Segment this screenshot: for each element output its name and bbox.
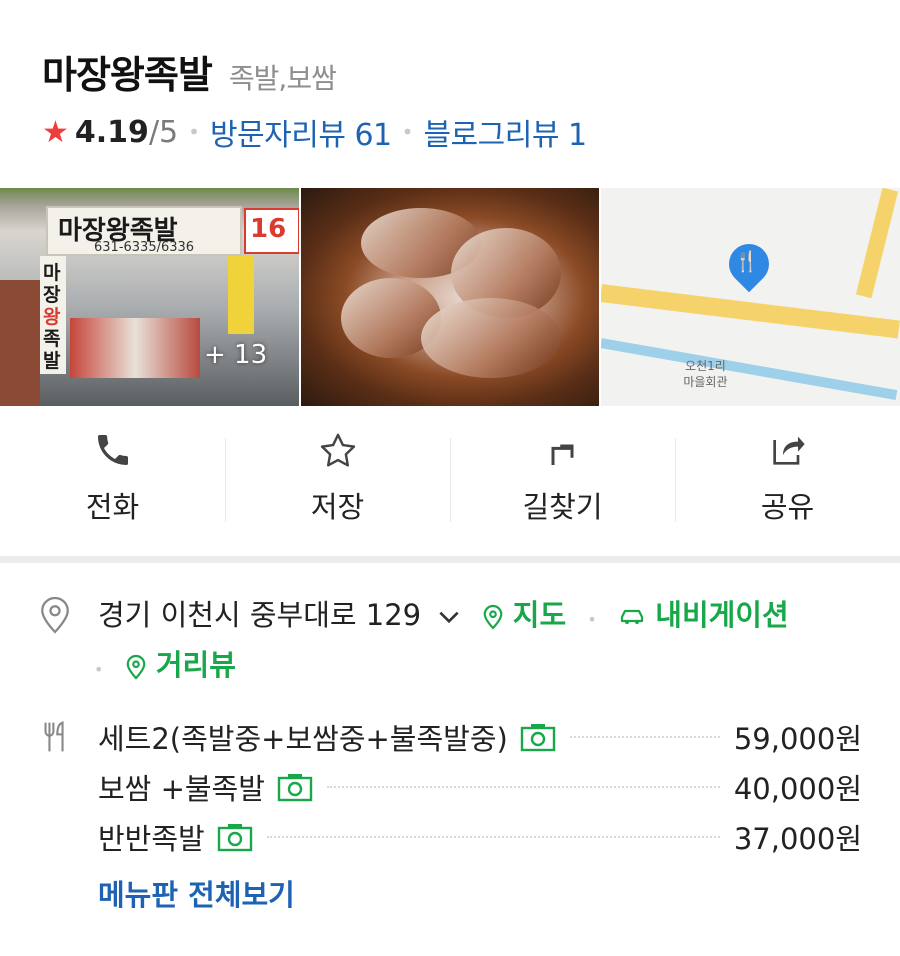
- menu-list: 세트2(족발중+보쌈중+불족발중) 59,000원 보쌈 +불족발 40,000…: [98, 712, 862, 862]
- map-pin-icon: 🍴: [721, 235, 778, 293]
- title-row: 마장왕족발 족발,보쌈: [42, 44, 337, 99]
- save-label: 저장: [310, 490, 365, 524]
- navigation-link[interactable]: 내비게이션: [618, 598, 789, 632]
- streetview-link[interactable]: 거리뷰: [125, 648, 236, 682]
- menu-item-name: 반반족발: [98, 822, 205, 856]
- store-sign-phone: 631-6335/6336: [94, 240, 195, 255]
- save-button[interactable]: 저장: [225, 420, 450, 530]
- menu-banner: [70, 318, 200, 378]
- map-road: [601, 284, 900, 339]
- map-pin-small-icon: [483, 604, 502, 630]
- menu-item-name: 보쌈 +불족발: [98, 772, 265, 806]
- menu-item-name: 세트2(족발중+보쌈중+불족발중): [98, 722, 508, 756]
- menu-item-price: 37,000원: [733, 822, 862, 856]
- rating-row: ★ 4.19 /5 • 방문자리뷰 61 • 블로그리뷰 1: [42, 110, 587, 154]
- navigation-link-label: 내비게이션: [655, 598, 789, 632]
- address-text: 경기 이천시 중부대로 129: [98, 598, 422, 632]
- rating-max: /5: [148, 114, 179, 150]
- directions-button[interactable]: 길찾기: [450, 420, 675, 530]
- menu-item-price: 59,000원: [733, 722, 862, 756]
- fork-knife-icon: [44, 721, 64, 752]
- streetview-link-label: 거리뷰: [155, 648, 236, 682]
- menu-item[interactable]: 반반족발 37,000원: [98, 812, 862, 862]
- menu-item[interactable]: 세트2(족발중+보쌈중+불족발중) 59,000원: [98, 712, 862, 762]
- map-link-label: 지도: [512, 598, 567, 632]
- yellow-signboard: [228, 256, 254, 334]
- call-label: 전화: [85, 490, 140, 524]
- rating-score: 4.19: [74, 114, 149, 150]
- camera-icon[interactable]: [277, 772, 313, 802]
- meat-slice: [420, 298, 561, 378]
- photo-strip: 마장왕족발 631-6335/6336 16 마 장 왕 족 발 + 13 🍴 …: [0, 188, 900, 406]
- map-landmark-label: 오천1리 마을회관: [683, 358, 727, 390]
- place-category: 족발,보쌈: [228, 62, 337, 95]
- location-pin-icon: [41, 596, 69, 634]
- rating-star-icon: ★: [42, 114, 69, 150]
- directions-icon: [551, 444, 574, 465]
- star-outline-icon: [320, 433, 355, 467]
- map-label-line: 오천1리: [685, 359, 726, 373]
- vertical-sign-char: 발: [43, 350, 61, 372]
- place-summary-card: 마장왕족발 족발,보쌈 ★ 4.19 /5 • 방문자리뷰 61 • 블로그리뷰…: [0, 0, 900, 556]
- brick-wall: [0, 280, 40, 406]
- map-road: [856, 188, 899, 299]
- red-sign-text: 16: [250, 214, 287, 244]
- separator-dot: •: [401, 120, 414, 144]
- fork-knife-icon: 🍴: [734, 248, 760, 273]
- food-photo[interactable]: [300, 188, 600, 406]
- blog-reviews-link[interactable]: 블로그리뷰 1: [423, 110, 587, 154]
- dotted-leader: [266, 836, 720, 838]
- menu-item-price: 40,000원: [733, 772, 862, 806]
- map-pin-small-icon: [126, 654, 146, 680]
- map-river: [601, 338, 898, 401]
- visitor-reviews-link[interactable]: 방문자리뷰 61: [210, 110, 392, 154]
- separator-dot: •: [587, 610, 597, 629]
- separator-dot: •: [94, 660, 104, 679]
- share-button[interactable]: 공유: [675, 420, 900, 530]
- address-line-2: • 거리뷰: [94, 639, 236, 696]
- car-icon: [620, 609, 644, 624]
- camera-icon[interactable]: [520, 722, 556, 752]
- menu-item[interactable]: 보쌈 +불족발 40,000원: [98, 762, 862, 812]
- store-signboard: 마장왕족발 631-6335/6336: [46, 206, 242, 256]
- place-name: 마장왕족발: [42, 53, 213, 97]
- dotted-leader: [569, 736, 720, 738]
- share-label: 공유: [760, 490, 815, 524]
- red-signboard: 16: [244, 208, 299, 254]
- vertical-signboard: 마 장 왕 족 발: [40, 256, 66, 374]
- action-bar: 전화 저장 길찾기 공유: [0, 420, 900, 530]
- view-full-menu-link[interactable]: 메뉴판 전체보기: [98, 872, 295, 914]
- directions-label: 길찾기: [522, 490, 603, 524]
- map-label-line: 마을회관: [683, 375, 728, 389]
- address-line: 경기 이천시 중부대로 129 지도 • 내비게이션: [98, 589, 789, 646]
- share-icon: [772, 436, 805, 465]
- dotted-leader: [326, 786, 720, 788]
- phone-icon: [97, 435, 128, 465]
- store-photo[interactable]: 마장왕족발 631-6335/6336 16 마 장 왕 족 발 + 13: [0, 188, 299, 406]
- chevron-down-icon[interactable]: [436, 607, 462, 627]
- more-photos-count[interactable]: + 13: [204, 340, 267, 370]
- map-thumbnail[interactable]: 🍴 오천1리 마을회관: [601, 188, 900, 406]
- separator-dot: •: [188, 120, 200, 144]
- camera-icon[interactable]: [217, 822, 253, 852]
- map-link[interactable]: 지도: [482, 598, 576, 632]
- call-button[interactable]: 전화: [0, 420, 225, 530]
